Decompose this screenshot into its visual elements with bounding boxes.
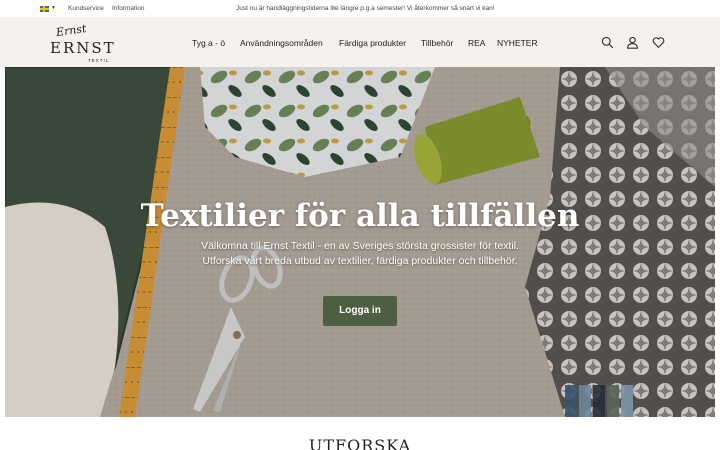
hero-subtitle-line2: Utforska vårt breda utbud av textilier, … [202,255,518,267]
nav-rea[interactable]: REA [468,38,485,48]
search-icon[interactable] [601,36,614,49]
nav-nyheter[interactable]: NYHETER [497,38,538,48]
nav-fardiga-produkter[interactable]: Färdiga produkter [339,38,406,48]
section-title-utforska: UTFORSKA [308,436,412,450]
ernst-textil-logo[interactable]: Ernst ERNST TEXTIL [50,22,116,63]
hero-subtitle-line1: Välkomna till Ernst Textil - en av Sveri… [201,240,519,252]
logo-subtitle: TEXTIL [88,58,110,63]
user-icon[interactable] [626,36,639,49]
swedish-flag-icon[interactable] [40,6,49,12]
chevron-down-icon[interactable]: ▼ [51,5,56,11]
announcement-text: Just nu är handläggningstiderna lite län… [236,5,495,12]
logo-wordmark: ERNST [50,39,116,57]
hero-banner: Textilier för alla tillfällen Välkomna t… [5,67,715,417]
site-header: Ernst ERNST TEXTIL Tyg a - ö Användnings… [0,17,720,67]
nav-anvandningsomraden[interactable]: Användningsområden [240,38,323,48]
information-link[interactable]: Information [112,5,145,12]
login-button[interactable]: Logga in [323,296,397,326]
heart-icon[interactable] [652,36,665,49]
logo-script: Ernst [55,21,88,40]
nav-tillbehor[interactable]: Tillbehör [421,38,453,48]
nav-tyg-a-o[interactable]: Tyg a - ö [192,38,225,48]
kundservice-link[interactable]: Kundservice [68,5,104,12]
top-bar: ▼ Kundservice Information Just nu är han… [0,0,720,17]
hero-title: Textilier för alla tillfällen [140,198,580,234]
